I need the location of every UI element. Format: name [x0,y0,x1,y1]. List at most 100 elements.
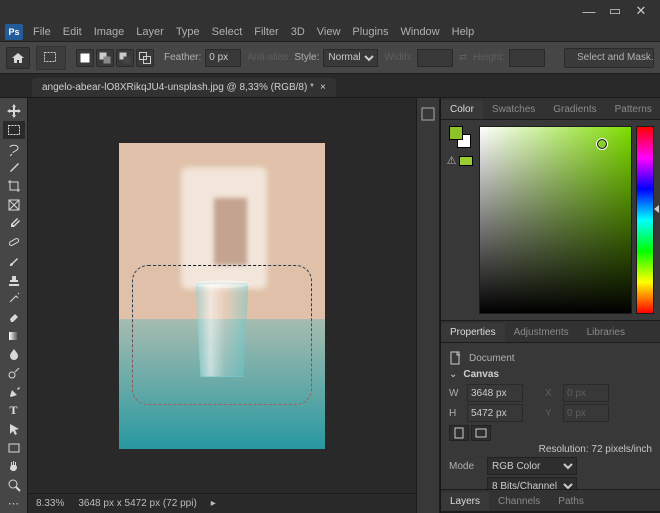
color-mode-select[interactable]: RGB Color [487,457,577,475]
rectangle-tool[interactable] [3,439,25,457]
window-minimize-button[interactable]: — [576,2,602,20]
selection-new-button[interactable] [76,49,94,67]
crop-tool[interactable] [3,177,25,195]
document-tab[interactable]: angelo-abear-lO8XRikqJU4-unsplash.jpg @ … [32,78,336,97]
layers-panel-tabs: Layers Channels Paths [441,490,660,512]
document-icon [449,351,463,365]
healing-brush-tool[interactable] [3,233,25,251]
bandage-icon [7,235,21,249]
canvas-area: 8.33% 3648 px x 5472 px (72 ppi) ▸ [28,98,416,513]
menu-filter[interactable]: Filter [248,24,284,40]
mode-label: Mode [449,461,481,472]
close-tab-icon[interactable]: × [320,82,326,93]
fg-bg-swatch[interactable] [449,126,471,148]
app-logo: Ps [5,24,23,40]
select-and-mask-button[interactable]: Select and Mask… [564,48,654,68]
tab-swatches[interactable]: Swatches [483,100,544,119]
tab-layers[interactable]: Layers [441,492,489,511]
x-label: X [545,388,557,399]
menu-plugins[interactable]: Plugins [346,24,394,40]
canvas-height-input[interactable] [467,404,523,422]
marquee-preset-icon [43,51,59,65]
orientation-portrait-button[interactable] [449,425,469,441]
menu-help[interactable]: Help [446,24,481,40]
collapsed-dock [416,98,440,513]
feather-input[interactable] [205,49,241,67]
dodge-tool[interactable] [3,364,25,382]
gradient-icon [7,329,21,343]
tab-libraries[interactable]: Libraries [578,323,634,342]
w-label: W [449,388,461,399]
menu-edit[interactable]: Edit [57,24,88,40]
tab-patterns[interactable]: Patterns [606,100,660,119]
orientation-landscape-button[interactable] [471,425,491,441]
zoom-tool[interactable] [3,476,25,494]
tool-preset-picker[interactable] [36,46,66,70]
tab-paths[interactable]: Paths [549,492,593,511]
eyedropper-tool[interactable] [3,215,25,233]
menu-select[interactable]: Select [206,24,249,40]
window-maximize-button[interactable]: ▭ [602,2,628,20]
height-label: Height: [473,52,505,63]
hue-slider[interactable] [636,126,654,314]
status-chevron-icon[interactable]: ▸ [211,498,216,509]
gamut-warning-icon[interactable]: ⚠ [447,154,457,167]
canvas-width-input[interactable] [467,384,523,402]
doc-info-readout[interactable]: 3648 px x 5472 px (72 ppi) [78,498,196,509]
document-canvas[interactable] [119,143,325,449]
object-selection-tool[interactable] [3,159,25,177]
chevron-down-icon: ⌄ [449,369,457,380]
hand-tool[interactable] [3,458,25,476]
gradient-tool[interactable] [3,327,25,345]
selection-intersect-button[interactable] [136,49,154,67]
menu-type[interactable]: Type [170,24,206,40]
history-brush-tool[interactable] [3,289,25,307]
menu-file[interactable]: File [27,24,57,40]
zoom-readout[interactable]: 8.33% [36,498,64,509]
menu-view[interactable]: View [311,24,347,40]
pen-tool[interactable] [3,383,25,401]
lasso-tool[interactable] [3,140,25,158]
right-docks: Color Swatches Gradients Patterns ⚠ [440,98,660,513]
menu-layer[interactable]: Layer [130,24,170,40]
type-tool[interactable]: T [3,402,25,420]
selection-subtract-button[interactable] [116,49,134,67]
canvas-section-header[interactable]: ⌄ Canvas [449,369,652,380]
dodge-icon [7,366,21,380]
zoom-icon [7,478,21,492]
clone-stamp-tool[interactable] [3,271,25,289]
selection-add-button[interactable] [96,49,114,67]
eraser-tool[interactable] [3,308,25,326]
rect-icon [7,441,21,455]
blur-tool[interactable] [3,345,25,363]
brush-tool[interactable] [3,252,25,270]
menu-3d[interactable]: 3D [285,24,311,40]
arrow-icon [7,422,21,436]
color-panel: Color Swatches Gradients Patterns ⚠ [441,98,660,321]
width-field: Width: [384,49,452,67]
rectangular-marquee-tool[interactable] [3,121,25,139]
frame-tool[interactable] [3,196,25,214]
menu-image[interactable]: Image [88,24,131,40]
canvas-y-input [563,404,609,422]
canvas-viewport[interactable] [28,98,416,493]
gamut-color-chip[interactable] [459,156,473,166]
eyedropper-icon [7,216,21,230]
edit-toolbar-button[interactable]: ⋯ [3,495,25,513]
tab-color[interactable]: Color [441,100,483,119]
color-field[interactable] [479,126,632,314]
hue-indicator [654,205,659,213]
bit-depth-select[interactable]: 8 Bits/Channel [487,477,577,490]
path-selection-tool[interactable] [3,420,25,438]
options-bar: Feather: Anti-alias Style: Normal Width:… [0,42,660,74]
menu-window[interactable]: Window [395,24,446,40]
tab-channels[interactable]: Channels [489,492,549,511]
tab-adjustments[interactable]: Adjustments [505,323,578,342]
window-close-button[interactable]: ✕ [628,2,654,20]
home-button[interactable] [6,47,30,69]
move-tool[interactable] [3,103,25,121]
tab-gradients[interactable]: Gradients [544,100,605,119]
style-select[interactable]: Normal [323,49,378,67]
collapsed-panel-icon[interactable] [420,106,436,122]
tab-properties[interactable]: Properties [441,323,505,342]
